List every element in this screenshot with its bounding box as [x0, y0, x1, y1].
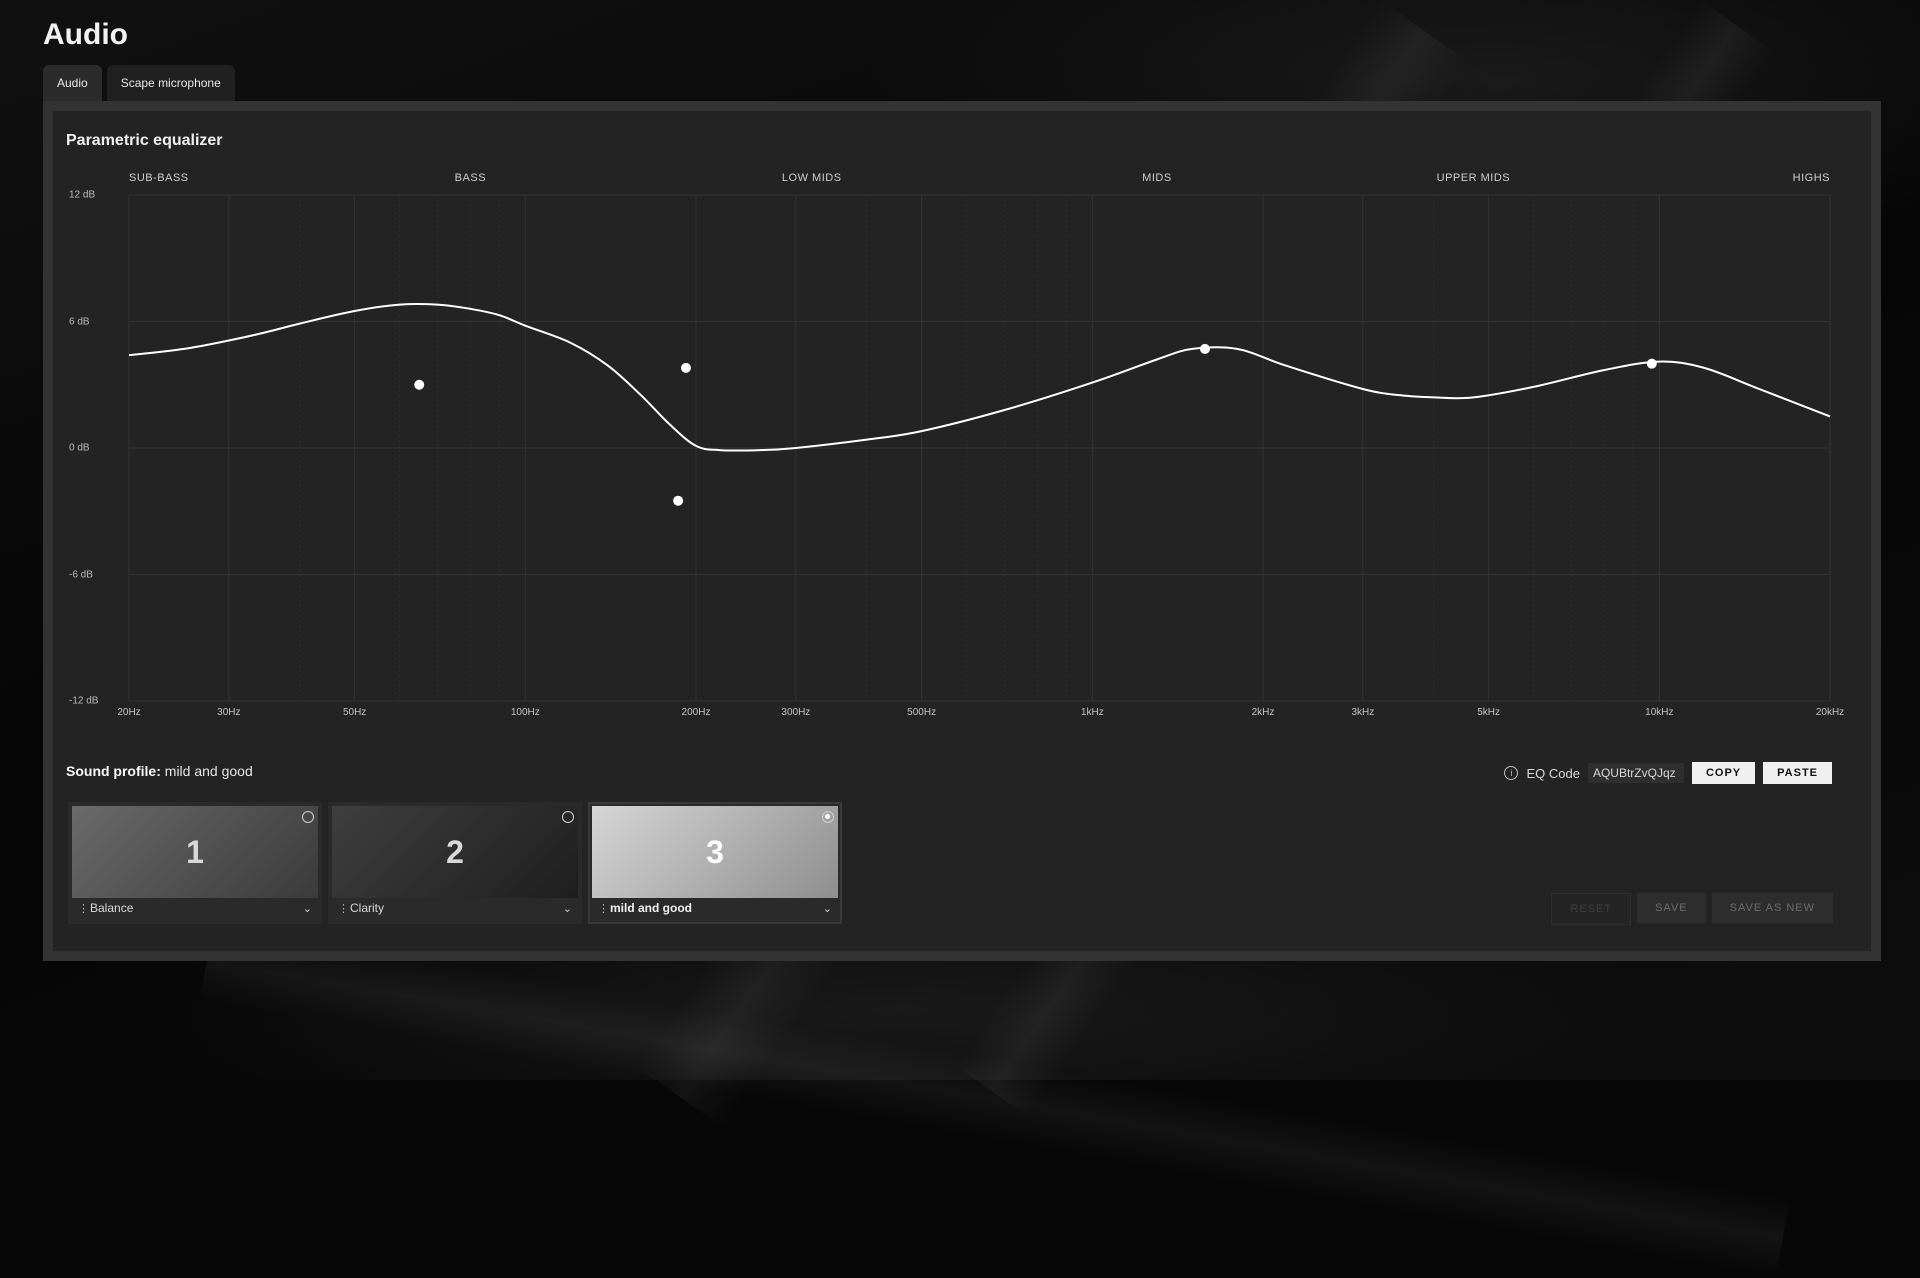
kebab-menu-icon[interactable]: ⋮: [598, 902, 606, 915]
eq-node-1[interactable]: [414, 380, 424, 390]
chevron-down-icon[interactable]: ⌄: [823, 902, 832, 915]
eq-node-3[interactable]: [681, 363, 691, 373]
eq-node-2[interactable]: [673, 496, 683, 506]
action-bar: RESET SAVE SAVE AS NEW: [1551, 893, 1833, 925]
eq-node-4[interactable]: [1200, 344, 1210, 354]
slot-name: Clarity: [346, 901, 563, 915]
save-button[interactable]: SAVE: [1637, 893, 1706, 923]
profile-slot-1[interactable]: 1 ⋮ Balance ⌄: [68, 802, 322, 924]
info-icon[interactable]: i: [1504, 766, 1518, 780]
kebab-menu-icon[interactable]: ⋮: [338, 902, 346, 915]
slot-radio[interactable]: [822, 811, 834, 823]
sound-profile-label: Sound profile:: [66, 763, 161, 779]
chevron-down-icon[interactable]: ⌄: [303, 902, 312, 915]
slot-radio[interactable]: [302, 811, 314, 823]
paste-button[interactable]: PASTE: [1763, 762, 1832, 784]
slot-number: 2: [446, 834, 464, 871]
eq-node-5[interactable]: [1647, 359, 1657, 369]
kebab-menu-icon[interactable]: ⋮: [78, 902, 86, 915]
slot-number: 1: [186, 834, 204, 871]
slot-name: mild and good: [606, 901, 823, 915]
sound-profile: Sound profile: mild and good: [66, 763, 253, 779]
copy-button[interactable]: COPY: [1692, 762, 1755, 784]
slot-number: 3: [706, 834, 724, 871]
slot-footer: ⋮ mild and good ⌄: [592, 896, 838, 920]
eq-code-field[interactable]: [1588, 763, 1684, 783]
eq-code-area: i EQ Code COPY PASTE: [1504, 762, 1832, 784]
background-stripe: [200, 921, 1790, 1278]
slot-footer: ⋮ Balance ⌄: [72, 896, 318, 920]
slot-preview[interactable]: 1: [72, 806, 318, 898]
chart-grid: [129, 195, 1830, 701]
chevron-down-icon[interactable]: ⌄: [563, 902, 572, 915]
eq-code-label: EQ Code: [1526, 766, 1579, 781]
save-as-new-button[interactable]: SAVE AS NEW: [1712, 893, 1833, 923]
profile-slot-3[interactable]: 3 ⋮ mild and good ⌄: [588, 802, 842, 924]
eq-curve: [129, 304, 1830, 451]
sound-profile-value: mild and good: [165, 763, 253, 779]
slot-preview[interactable]: 3: [592, 806, 838, 898]
eq-nodes: [414, 344, 1657, 506]
slot-preview[interactable]: 2: [332, 806, 578, 898]
slot-radio[interactable]: [562, 811, 574, 823]
equalizer-chart[interactable]: [0, 0, 1920, 760]
slot-name: Balance: [86, 901, 303, 915]
slot-footer: ⋮ Clarity ⌄: [332, 896, 578, 920]
reset-button[interactable]: RESET: [1551, 893, 1631, 925]
profile-slot-2[interactable]: 2 ⋮ Clarity ⌄: [328, 802, 582, 924]
